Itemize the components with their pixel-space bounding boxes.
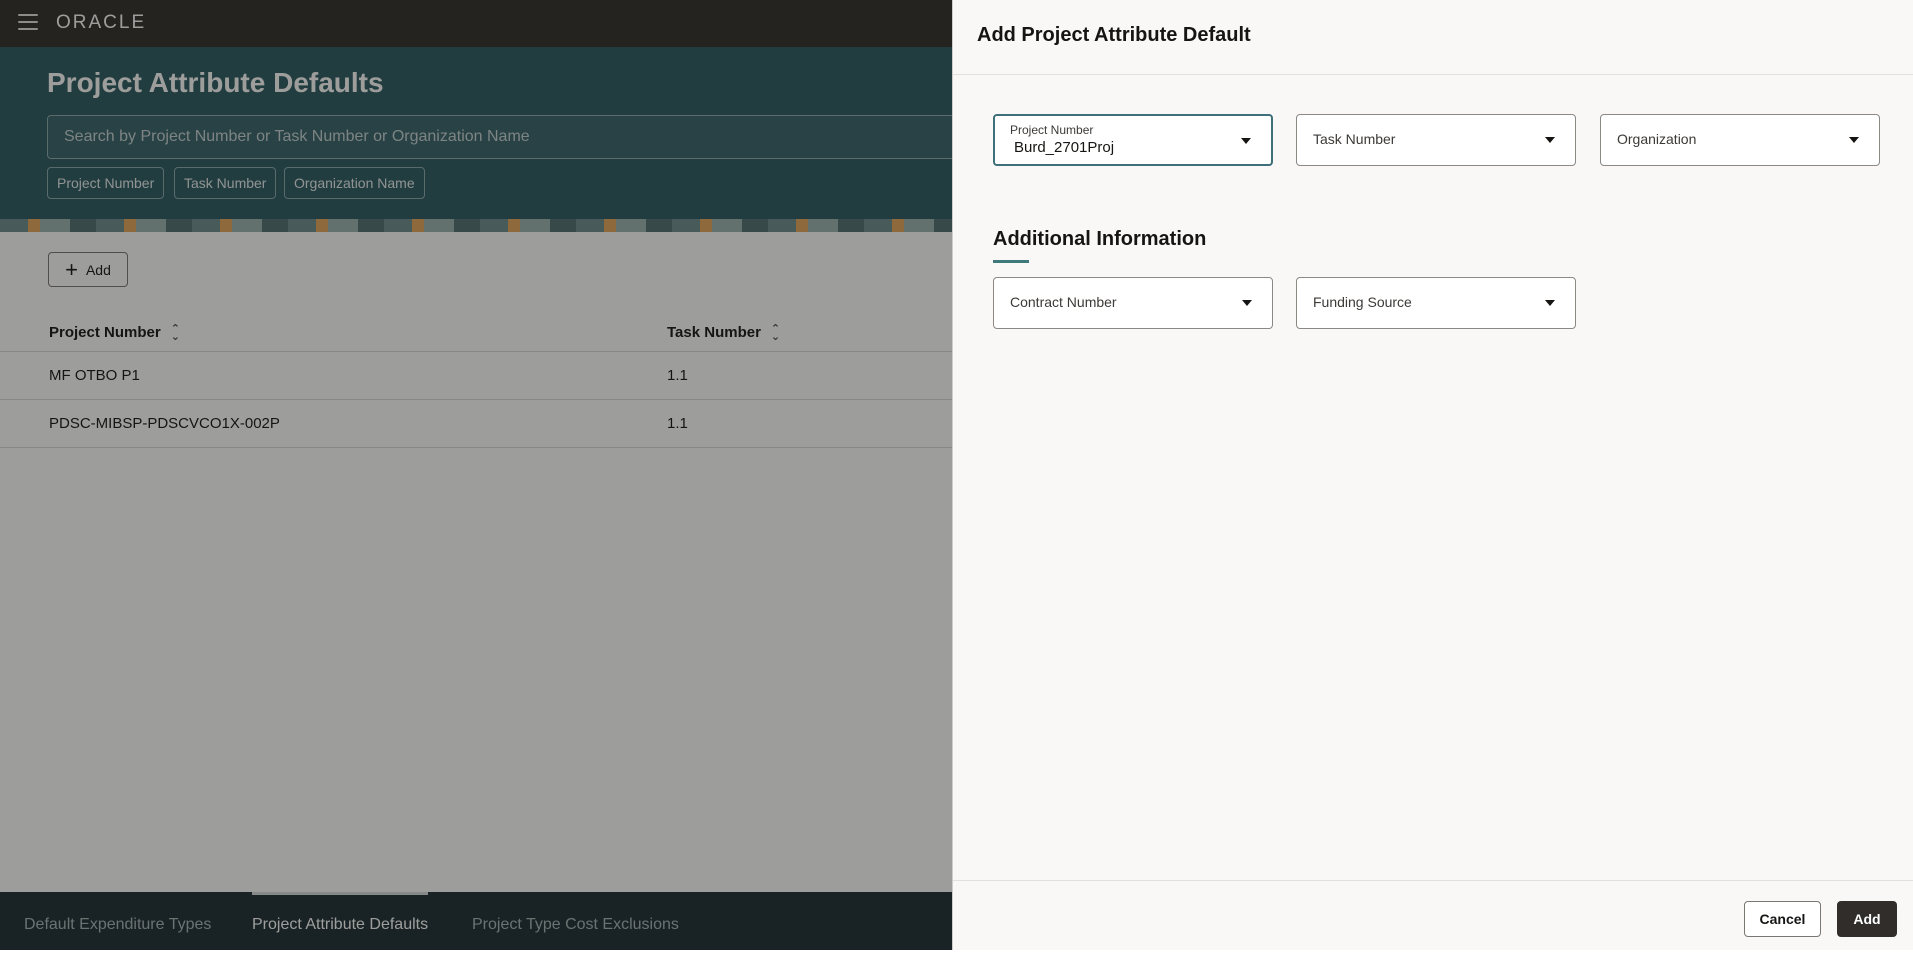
cancel-button[interactable]: Cancel [1744, 901, 1821, 937]
organization-select[interactable]: Organization [1600, 114, 1880, 166]
divider [953, 74, 1913, 75]
contract-number-select[interactable]: Contract Number [993, 277, 1273, 329]
add-project-attribute-default-drawer: Add Project Attribute Default Project Nu… [952, 0, 1913, 950]
project-number-select[interactable]: Project Number Burd_2701Proj [993, 114, 1273, 166]
project-number-label: Project Number [1010, 123, 1094, 137]
add-submit-button[interactable]: Add [1837, 901, 1897, 937]
task-number-label: Task Number [1313, 131, 1396, 147]
chevron-down-icon[interactable] [1545, 137, 1555, 143]
organization-label: Organization [1617, 131, 1697, 147]
drawer-title: Add Project Attribute Default [977, 24, 1251, 46]
divider [953, 880, 1913, 881]
modal-backdrop[interactable] [0, 0, 952, 950]
chevron-down-icon[interactable] [1242, 300, 1252, 306]
page: ORACLE Project Attribute Defaults Projec… [0, 0, 1913, 950]
contract-number-label: Contract Number [1010, 294, 1117, 310]
section-title-additional-information: Additional Information [993, 228, 1207, 250]
funding-source-label: Funding Source [1313, 294, 1412, 310]
funding-source-select[interactable]: Funding Source [1296, 277, 1576, 329]
task-number-select[interactable]: Task Number [1296, 114, 1576, 166]
chevron-down-icon[interactable] [1545, 300, 1555, 306]
section-underline [993, 260, 1029, 263]
project-number-value: Burd_2701Proj [1014, 139, 1115, 156]
chevron-down-icon[interactable] [1849, 137, 1859, 143]
chevron-down-icon[interactable] [1241, 138, 1251, 144]
